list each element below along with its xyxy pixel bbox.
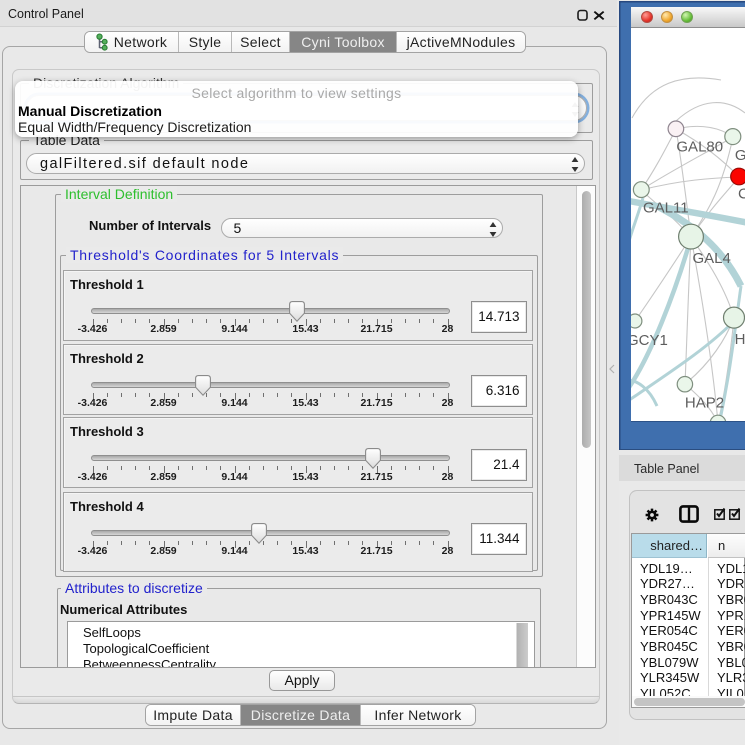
svg-text:GAL80: GAL80 bbox=[676, 139, 723, 156]
svg-text:C: C bbox=[738, 186, 745, 203]
svg-text:HAP2: HAP2 bbox=[685, 395, 724, 412]
svg-text:GAL4: GAL4 bbox=[693, 250, 731, 267]
svg-text:G.: G. bbox=[735, 147, 745, 164]
svg-text:GCY1: GCY1 bbox=[631, 332, 668, 349]
svg-text:H: H bbox=[735, 331, 745, 348]
svg-text:GAL11: GAL11 bbox=[643, 200, 689, 217]
